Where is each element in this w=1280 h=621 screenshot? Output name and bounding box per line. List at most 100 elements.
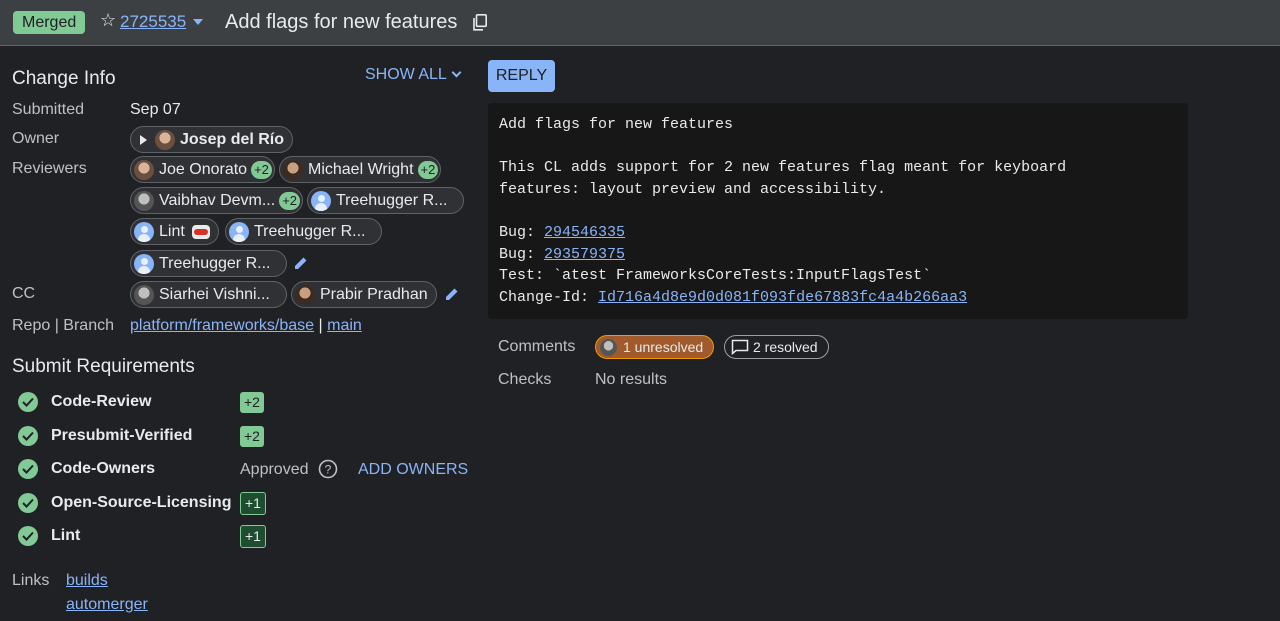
change-info-heading: Change Info: [12, 68, 116, 89]
avatar: [295, 284, 315, 305]
separator: |: [318, 317, 323, 334]
cc-label: CC: [12, 285, 36, 302]
requirement-name: Presubmit-Verified: [51, 427, 193, 444]
comment-icon: [731, 339, 749, 355]
submitted-value: Sep 07: [130, 101, 181, 118]
builds-link[interactable]: builds: [66, 572, 108, 590]
avatar: [134, 284, 154, 305]
reviewer-chip[interactable]: Treehugger R...: [307, 187, 464, 214]
requirement-status: Approved: [240, 461, 309, 478]
show-all-button[interactable]: SHOW ALL: [365, 66, 462, 84]
avatar: [134, 221, 154, 242]
edit-cc-icon[interactable]: [444, 286, 460, 302]
repo-link[interactable]: platform/frameworks/base: [130, 317, 314, 334]
reply-button[interactable]: REPLY: [488, 60, 555, 92]
cc-chip[interactable]: Prabir Pradhan: [291, 281, 437, 308]
reviewer-chip[interactable]: Lint: [130, 218, 219, 245]
unresolved-comments-chip[interactable]: 1 unresolved: [595, 335, 715, 359]
avatar: [155, 129, 175, 150]
commit-message: Add flags for new features This CL adds …: [488, 103, 1188, 319]
branch-link[interactable]: main: [327, 317, 362, 334]
svg-text:?: ?: [325, 463, 332, 477]
requirement-name: Open-Source-Licensing: [51, 494, 232, 511]
avatar: [229, 221, 249, 242]
vote-badge: +1: [240, 492, 266, 515]
bug-label: Bug:: [499, 223, 545, 241]
reviewer-chip[interactable]: Treehugger R...: [130, 250, 287, 277]
page-title: Add flags for new features: [225, 11, 458, 33]
automerger-link[interactable]: automerger: [66, 596, 148, 614]
bug-link[interactable]: 293579375: [544, 246, 625, 263]
requirement-name: Code-Review: [51, 393, 152, 410]
reviewer-chip[interactable]: Joe Onorato +2: [130, 156, 275, 183]
submitted-label: Submitted: [12, 101, 85, 118]
resolved-comments-chip[interactable]: 2 resolved: [724, 335, 829, 359]
comments-label: Comments: [498, 338, 576, 355]
avatar: [283, 159, 303, 180]
copy-icon[interactable]: [473, 14, 487, 31]
commit-body-line: features: layout preview and accessibili…: [499, 180, 887, 198]
requirement-name: Code-Owners: [51, 460, 156, 477]
owner-chip[interactable]: Josep del Río: [130, 126, 294, 153]
change-id-link[interactable]: Id716a4d8e9d0d081f093fde67883fc4a4b266aa…: [598, 289, 967, 306]
robot-icon: [191, 224, 210, 239]
avatar: [134, 190, 154, 211]
requirement-row: Open-Source-Licensing: [18, 491, 231, 515]
edit-reviewers-icon[interactable]: [293, 255, 309, 271]
reviewer-name: Treehugger R...: [159, 254, 271, 272]
vote-badge: +2: [240, 392, 264, 413]
change-number-link[interactable]: 2725535: [120, 12, 186, 32]
reviewer-name: Lint: [159, 222, 185, 240]
avatar: [134, 159, 154, 180]
test-line: Test: `atest FrameworksCoreTests:InputFl…: [499, 267, 932, 285]
reviewer-name: Treehugger R...: [336, 191, 448, 209]
avatar: [134, 253, 154, 274]
owner-name: Josep del Río: [180, 130, 285, 148]
vote-badge: +2: [279, 191, 301, 210]
star-icon[interactable]: ☆: [100, 10, 116, 31]
check-icon: [18, 526, 38, 546]
reviewers-label: Reviewers: [12, 160, 87, 177]
add-owners-button[interactable]: ADD OWNERS: [358, 461, 468, 479]
resolved-count: 2 resolved: [753, 339, 818, 355]
reviewer-name: Vaibhav Devm...: [159, 191, 276, 209]
bug-label: Bug:: [499, 245, 545, 263]
links-label: Links: [12, 572, 50, 589]
reviewer-chip[interactable]: Treehugger R...: [225, 218, 382, 245]
reviewer-chip[interactable]: Michael Wright +2: [279, 156, 442, 183]
check-icon: [18, 426, 38, 446]
vote-badge: +1: [240, 525, 266, 548]
chevron-down-icon[interactable]: [193, 19, 203, 25]
repo-branch-value: platform/frameworks/base | main: [130, 317, 362, 335]
check-icon: [18, 459, 38, 479]
avatar: [311, 190, 331, 211]
cc-chip[interactable]: Siarhei Vishni...: [130, 281, 287, 308]
status-badge: Merged: [13, 11, 86, 34]
vote-badge: +2: [240, 426, 264, 447]
attention-icon: [140, 134, 147, 145]
requirement-row: Lint: [18, 524, 80, 548]
commit-body-line: This CL adds support for 2 new features …: [499, 159, 1067, 177]
repo-branch-label: Repo | Branch: [12, 317, 114, 334]
requirement-name: Lint: [51, 527, 81, 544]
show-all-label: SHOW ALL: [365, 66, 447, 83]
reviewer-chip[interactable]: Vaibhav Devm... +2: [130, 187, 304, 214]
vote-badge: +2: [417, 160, 439, 179]
requirement-row: Presubmit-Verified: [18, 424, 192, 448]
checks-value: No results: [595, 371, 668, 388]
chevron-down-icon: [451, 67, 462, 78]
vote-badge: +2: [251, 160, 272, 179]
reviewer-name: Joe Onorato: [159, 160, 248, 178]
check-icon: [18, 392, 38, 412]
reviewer-name: Michael Wright: [308, 160, 414, 178]
requirement-row: Code-Review: [18, 390, 151, 414]
requirement-row: Code-Owners: [18, 457, 155, 481]
change-id-label: Change-Id:: [499, 288, 599, 306]
commit-subject: Add flags for new features: [499, 116, 734, 133]
owner-label: Owner: [12, 130, 60, 147]
cc-name: Siarhei Vishni...: [159, 285, 270, 303]
help-icon[interactable]: ?: [318, 459, 338, 479]
submit-requirements-heading: Submit Requirements: [12, 356, 195, 377]
check-icon: [18, 493, 38, 513]
bug-link[interactable]: 294546335: [544, 224, 625, 241]
